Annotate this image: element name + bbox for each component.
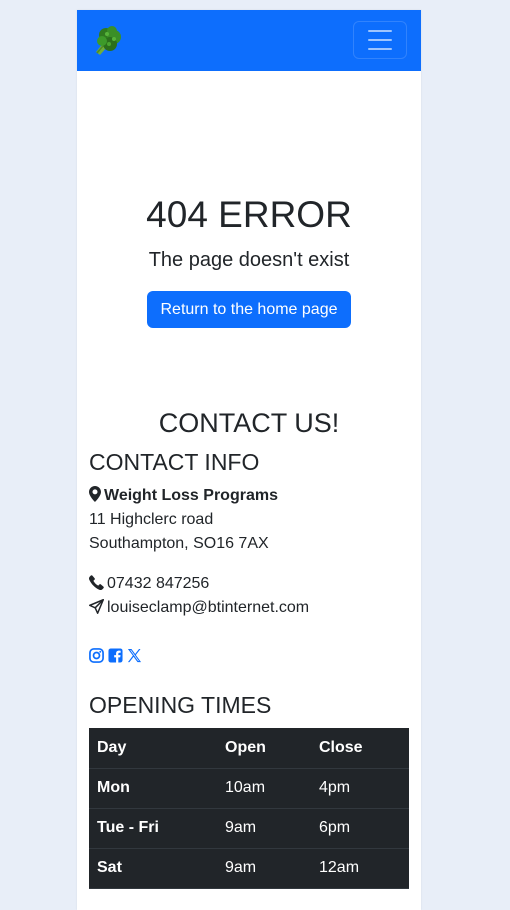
navbar bbox=[77, 10, 421, 71]
contact-info-heading: CONTACT INFO bbox=[89, 449, 260, 475]
day-cell: Mon bbox=[89, 768, 217, 809]
error-title: 404 ERROR bbox=[146, 194, 352, 235]
error-subtitle: The page doesn't exist bbox=[148, 249, 350, 271]
phone-icon bbox=[88, 574, 104, 598]
day-cell: Tue - Fri bbox=[89, 808, 217, 849]
opening-times-heading: OPENING TIMES bbox=[89, 692, 272, 718]
facebook-icon[interactable] bbox=[108, 648, 123, 663]
x-twitter-icon[interactable] bbox=[127, 648, 142, 663]
table-row: Sat 9am 12am bbox=[89, 848, 409, 889]
instagram-icon[interactable] bbox=[89, 648, 104, 663]
menu-bar bbox=[368, 39, 392, 41]
table-header-row: Day Open Close bbox=[89, 728, 409, 769]
opening-times-table: Day Open Close Mon 10am 4pm Tue - Fri 9a… bbox=[89, 728, 409, 889]
email-address[interactable]: louiseclamp@btinternet.com bbox=[107, 599, 309, 616]
open-cell: 9am bbox=[217, 848, 311, 889]
day-cell: Sat bbox=[89, 848, 217, 889]
open-cell: 9am bbox=[217, 808, 311, 849]
close-cell: 4pm bbox=[311, 768, 409, 809]
address-line-2: Southampton, SO16 7AX bbox=[89, 535, 269, 552]
table-row: Mon 10am 4pm bbox=[89, 768, 409, 809]
page-frame: 404 ERROR The page doesn't exist Return … bbox=[77, 10, 421, 910]
email-line: louiseclamp@btinternet.com bbox=[89, 596, 309, 622]
business-name: Weight Loss Programs bbox=[104, 487, 278, 504]
open-cell: 10am bbox=[217, 768, 311, 809]
phone-number[interactable]: 07432 847256 bbox=[107, 575, 209, 592]
column-header-open: Open bbox=[217, 728, 311, 769]
menu-bar bbox=[368, 48, 392, 50]
table-row: Tue - Fri 9am 6pm bbox=[89, 808, 409, 849]
address-line-1: 11 Highclerc road bbox=[89, 511, 214, 528]
column-header-close: Close bbox=[311, 728, 409, 769]
hamburger-menu-icon[interactable] bbox=[353, 21, 407, 59]
column-header-day: Day bbox=[89, 728, 217, 769]
business-line: Weight Loss Programs bbox=[89, 484, 278, 510]
social-links bbox=[89, 648, 142, 663]
menu-bar bbox=[368, 30, 392, 32]
paper-plane-icon bbox=[89, 598, 104, 622]
map-marker-icon bbox=[89, 486, 101, 510]
contact-us-heading: CONTACT US! bbox=[158, 408, 340, 438]
return-home-button[interactable]: Return to the home page bbox=[147, 291, 351, 328]
phone-line: 07432 847256 bbox=[88, 572, 209, 598]
broccoli-icon[interactable] bbox=[88, 22, 126, 60]
close-cell: 6pm bbox=[311, 808, 409, 849]
close-cell: 12am bbox=[311, 848, 409, 889]
